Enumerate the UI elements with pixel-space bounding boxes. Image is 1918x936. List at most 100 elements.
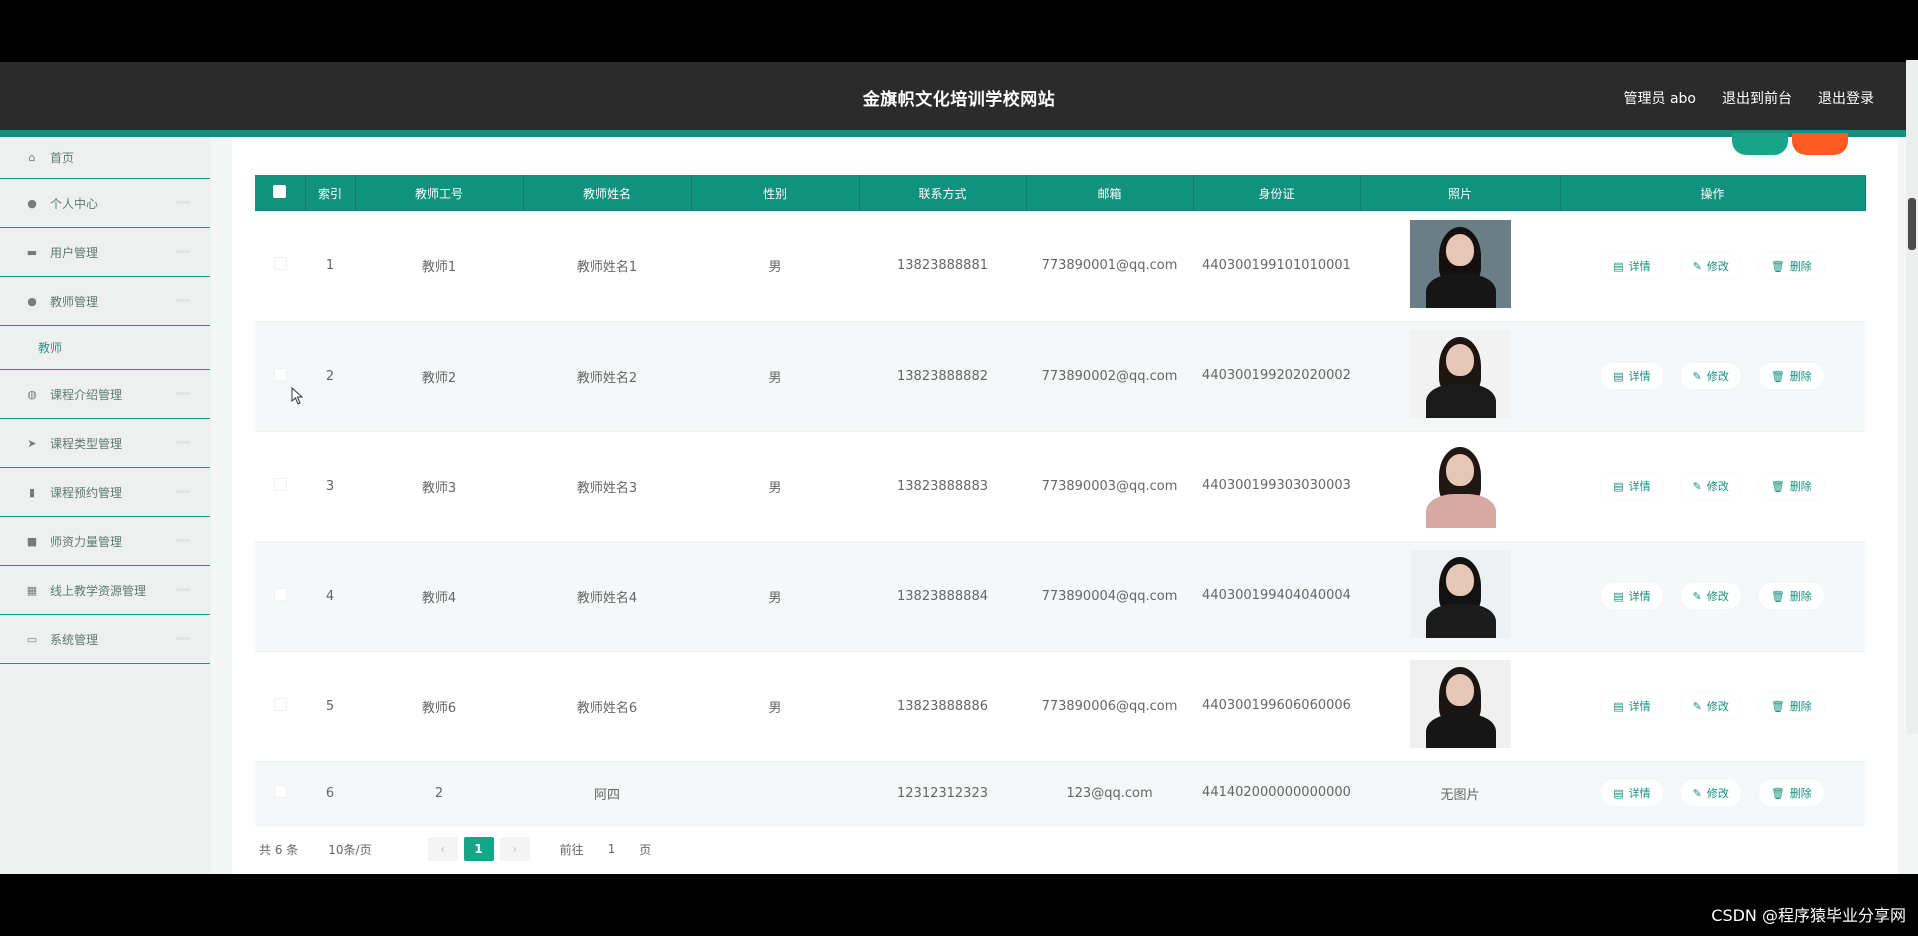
header-accent-line [0, 130, 1918, 137]
sidebar-item-home[interactable]: ⌂ 首页 [0, 137, 210, 179]
sidebar-subitem-teacher[interactable]: 教师 [0, 326, 210, 370]
row-checkbox[interactable] [255, 541, 305, 652]
detail-button[interactable]: ▤ 详情 [1601, 780, 1663, 806]
add-button[interactable] [1732, 133, 1788, 155]
page-size-select[interactable]: 10条/页 [328, 841, 371, 858]
sidebar-item-teacher-management[interactable]: ● 教师管理 [0, 277, 210, 326]
cell-teacher-id: 教师4 [355, 541, 523, 652]
delete-button[interactable]: 🗑 删除 [1758, 780, 1824, 806]
page-scrollbar[interactable] [1906, 60, 1918, 734]
sidebar-item-label: 线上教学资源管理 [50, 583, 147, 598]
sidebar-item-personal-center[interactable]: ● 个人中心 [0, 179, 210, 228]
delete-button[interactable]: 🗑 删除 [1758, 252, 1824, 279]
cell-index: 4 [305, 541, 355, 652]
col-teacher-name: 教师姓名 [523, 175, 692, 211]
edit-button[interactable]: ✎ 修改 [1680, 252, 1741, 279]
detail-button[interactable]: ▤ 详情 [1601, 693, 1663, 719]
cell-photo[interactable] [1360, 321, 1560, 432]
send-icon: ➤ [27, 436, 37, 450]
delete-button[interactable]: 🗑 删除 [1758, 583, 1824, 609]
detail-button[interactable]: ▤ 详情 [1601, 583, 1663, 609]
detail-button[interactable]: ▤ 详情 [1601, 252, 1663, 279]
cell-photo[interactable] [1360, 431, 1560, 542]
edit-icon: ✎ [1692, 590, 1702, 603]
teacher-photo[interactable] [1409, 660, 1511, 748]
detail-button[interactable]: ▤ 详情 [1601, 473, 1663, 499]
cell-index: 2 [305, 321, 355, 432]
col-idcard: 身份证 [1193, 175, 1361, 211]
sidebar-item-system[interactable]: ▭ 系统管理 [0, 615, 210, 664]
row-checkbox[interactable] [255, 321, 305, 432]
screen: 金旗帜文化培训学校网站 管理员 abo 退出到前台 退出登录 ⌂ 首页 ● 个人… [0, 0, 1918, 936]
monitor-icon: ▬ [26, 245, 38, 259]
cell-index: 6 [305, 761, 355, 826]
sidebar-item-course-intro[interactable]: ◍ 课程介绍管理 [0, 370, 210, 419]
edit-button[interactable]: ✎ 修改 [1680, 583, 1741, 609]
sidebar-item-faculty[interactable]: ■ 师资力量管理 [0, 517, 210, 566]
detail-icon: ▤ [1613, 480, 1624, 493]
edit-icon: ✎ [1692, 480, 1702, 493]
edit-button[interactable]: ✎ 修改 [1680, 473, 1741, 499]
home-icon: ⌂ [28, 151, 36, 164]
cell-teacher-id: 2 [355, 761, 523, 826]
edit-icon: ✎ [1692, 700, 1702, 713]
col-gender: 性别 [691, 175, 860, 211]
cell-photo[interactable] [1360, 541, 1560, 652]
cell-gender: 男 [691, 321, 859, 432]
admin-label: 管理员 abo [1623, 91, 1696, 107]
cell-phone: 13823888881 [859, 211, 1026, 322]
sidebar-item-user-management[interactable]: ▬ 用户管理 [0, 228, 210, 277]
cell-teacher-name: 教师姓名1 [523, 211, 691, 322]
row-checkbox[interactable] [255, 761, 305, 826]
next-page-button[interactable]: › [499, 837, 530, 861]
teacher-photo[interactable] [1409, 219, 1511, 308]
edit-button[interactable]: ✎ 修改 [1680, 693, 1741, 719]
cell-teacher-name: 阿四 [523, 761, 691, 826]
cell-idcard: 441402000000000000 [1193, 761, 1360, 826]
teacher-photo[interactable] [1409, 550, 1511, 638]
edit-icon: ✎ [1692, 370, 1702, 383]
scrollbar-thumb[interactable] [1908, 198, 1916, 250]
detail-button[interactable]: ▤ 详情 [1601, 363, 1663, 389]
cell-idcard: 440300199202020002 [1193, 321, 1360, 432]
cell-email: 773890003@qq.com [1026, 431, 1193, 542]
prev-page-button[interactable]: ‹ [427, 837, 458, 861]
edit-button[interactable]: ✎ 修改 [1680, 363, 1741, 389]
page-number-current[interactable]: 1 [463, 837, 494, 861]
cell-photo[interactable] [1360, 651, 1560, 762]
teacher-photo[interactable] [1409, 440, 1511, 528]
row-checkbox[interactable] [255, 651, 305, 762]
cell-photo[interactable] [1360, 211, 1560, 322]
detail-icon: ▤ [1613, 259, 1624, 273]
row-checkbox[interactable] [255, 431, 305, 542]
logout-link[interactable]: 退出登录 [1818, 88, 1874, 108]
teacher-table: 索引 教师工号 教师姓名 性别 联系方式 邮箱 身份证 照片 操作 1 教师1 … [255, 175, 1866, 826]
edit-button[interactable]: ✎ 修改 [1680, 780, 1741, 806]
cell-teacher-name: 教师姓名3 [523, 431, 691, 542]
col-photo: 照片 [1360, 175, 1561, 211]
row-checkbox[interactable] [255, 211, 305, 322]
delete-button[interactable]: 🗑 删除 [1758, 473, 1824, 499]
cell-idcard: 440300199101010001 [1193, 211, 1360, 322]
cell-actions: ▤ 详情 ✎ 修改 🗑 删除 [1560, 541, 1865, 652]
sidebar-item-online-resources[interactable]: ▦ 线上教学资源管理 [0, 566, 210, 615]
cell-actions: ▤ 详情 ✎ 修改 🗑 删除 [1560, 321, 1865, 432]
col-actions: 操作 [1560, 175, 1866, 211]
sidebar-item-course-type[interactable]: ➤ 课程类型管理 [0, 419, 210, 468]
select-all-checkbox[interactable] [255, 175, 306, 211]
delete-button[interactable]: 🗑 删除 [1758, 363, 1824, 389]
watermark: CSDN @程序猿毕业分享网 [1711, 906, 1906, 925]
goto-page-input[interactable]: 1 [608, 842, 616, 856]
cell-email: 123@qq.com [1026, 761, 1193, 826]
delete-button[interactable]: 🗑 删除 [1758, 693, 1824, 719]
cell-email: 773890002@qq.com [1026, 321, 1193, 432]
teacher-photo[interactable] [1409, 330, 1511, 418]
sidebar-item-label: 课程类型管理 [50, 436, 123, 451]
expand-arrow-icon [176, 490, 190, 493]
trash-icon: 🗑 [1770, 370, 1785, 383]
detail-icon: ▤ [1613, 700, 1624, 713]
exit-to-front-link[interactable]: 退出到前台 [1722, 88, 1792, 108]
sidebar-item-label: 用户管理 [50, 245, 99, 260]
batch-delete-button[interactable] [1792, 133, 1848, 155]
sidebar-item-course-booking[interactable]: ▮ 课程预约管理 [0, 468, 210, 517]
